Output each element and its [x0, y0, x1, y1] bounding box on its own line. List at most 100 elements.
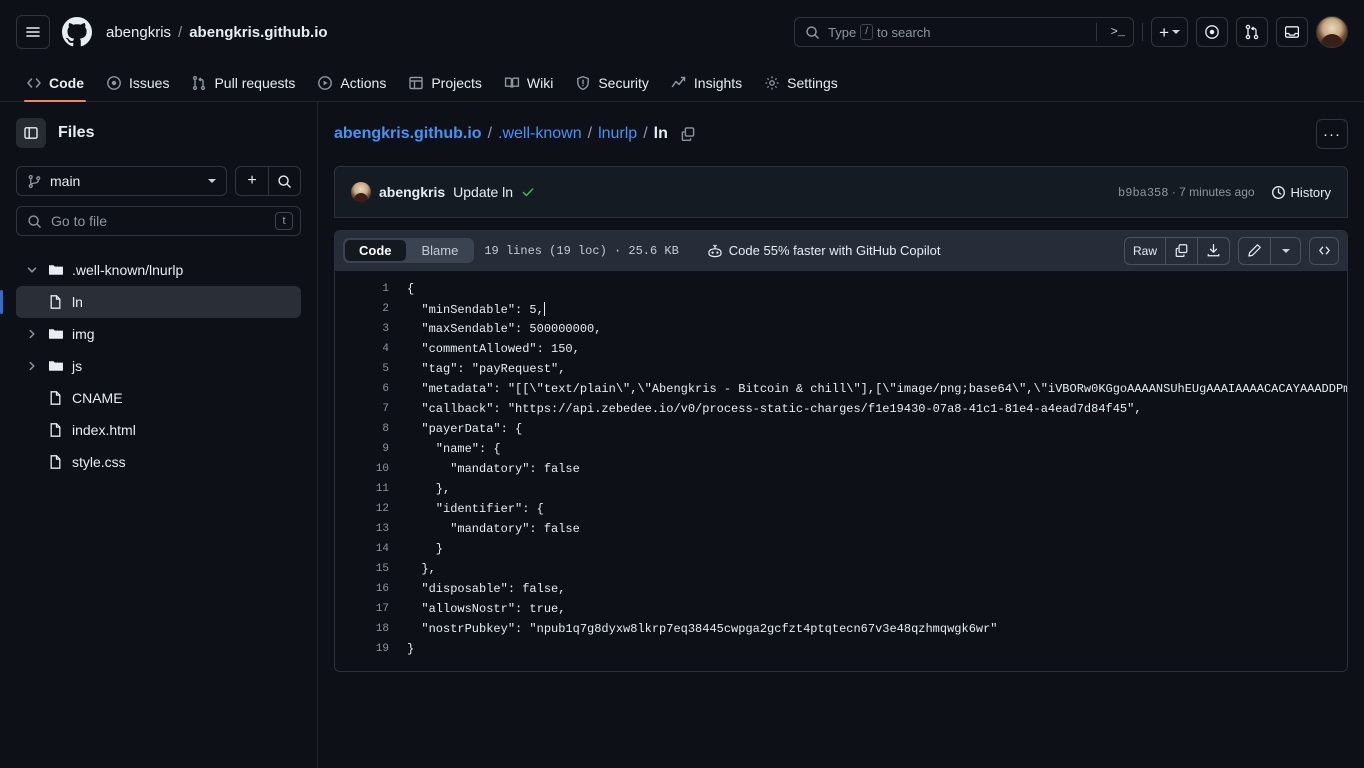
repo-nav-actions-label: Actions: [340, 74, 387, 91]
code-line: 5 "tag": "payRequest",: [335, 359, 1347, 379]
sidebar-expand-icon[interactable]: [16, 118, 46, 148]
tree-file-index-html[interactable]: index.html: [16, 414, 301, 446]
repo-name-link[interactable]: abengkris.github.io: [189, 24, 327, 41]
tree-item-label: img: [72, 326, 95, 342]
copy-path-icon[interactable]: [680, 126, 696, 142]
breadcrumb-part-well-known[interactable]: .well-known: [498, 125, 582, 143]
tree-file-cname[interactable]: CNAME: [16, 382, 301, 414]
github-logo-icon[interactable]: [62, 16, 94, 48]
copilot-button[interactable]: [1196, 17, 1228, 47]
text-cursor: [543, 301, 545, 316]
repo-nav-wiki[interactable]: Wiki: [494, 64, 563, 102]
code-icon: [26, 75, 42, 91]
notifications-button[interactable]: [1276, 17, 1308, 47]
code-line: 8 "payerData": {: [335, 419, 1347, 439]
file-meta-info: 19 lines (19 loc) · 25.6 KB: [484, 243, 679, 258]
commit-author-name[interactable]: abengkris: [379, 184, 445, 200]
history-icon: [1271, 185, 1285, 199]
repo-nav-pull-requests[interactable]: Pull requests: [181, 64, 305, 102]
code-line: 17 "allowsNostr": true,: [335, 599, 1347, 619]
edit-options-button[interactable]: [1270, 237, 1300, 264]
commit-meta: b9ba358 · 7 minutes ago History: [1118, 185, 1331, 200]
repo-nav-code[interactable]: Code: [16, 64, 94, 102]
file-icon: [48, 294, 64, 310]
tree-folder-img[interactable]: img: [16, 318, 301, 350]
repo-nav-settings[interactable]: Settings: [754, 64, 848, 102]
code-line: 6 "metadata": "[[\"text/plain\",\"Abengk…: [335, 379, 1347, 399]
folder-icon: [48, 262, 64, 278]
repo-owner-link[interactable]: abengkris: [106, 24, 171, 41]
search-input[interactable]: Type / to search >_: [794, 17, 1135, 47]
code-line: 13 "mandatory": false: [335, 519, 1347, 539]
latest-commit-bar: abengkris Update ln b9ba358 · 7 minutes …: [334, 166, 1348, 218]
code-line: 2 "minSendable": 5,: [335, 299, 1347, 319]
repo-nav-actions[interactable]: Actions: [307, 64, 396, 102]
git-pull-request-icon: [191, 75, 207, 91]
copy-raw-button[interactable]: [1165, 237, 1197, 264]
raw-button[interactable]: Raw: [1125, 238, 1165, 264]
search-placeholder-text: Type / to search: [828, 24, 931, 40]
code-line: 9 "name": {: [335, 439, 1347, 459]
code-line: 19}: [335, 639, 1347, 659]
sidebar-search-button[interactable]: [268, 167, 300, 195]
command-palette-icon[interactable]: >_: [1105, 25, 1125, 39]
edit-file-button[interactable]: [1239, 238, 1270, 264]
repo-nav-issues[interactable]: Issues: [96, 64, 179, 102]
breadcrumb: abengkris.github.io / .well-known / lnur…: [334, 118, 1348, 150]
breadcrumb-part-lnurlp[interactable]: lnurlp: [598, 125, 637, 143]
breadcrumb-items: abengkris.github.io / .well-known / lnur…: [334, 125, 668, 143]
tab-blame[interactable]: Blame: [408, 240, 473, 261]
line-content: "callback": "https://api.zebedee.io/v0/p…: [407, 402, 1142, 416]
add-file-button[interactable]: +: [236, 167, 268, 195]
files-header: Files: [16, 118, 301, 148]
code-line: 18 "nostrPubkey": "npub1q7g8dyxw8lkrp7eq…: [335, 619, 1347, 639]
line-content: "identifier": {: [407, 502, 544, 516]
line-content: "commentAllowed": 150,: [407, 342, 580, 356]
create-new-button[interactable]: +: [1151, 17, 1188, 47]
line-number: 18: [375, 623, 389, 635]
repo-nav-security[interactable]: Security: [565, 64, 659, 102]
tree-file-style-css[interactable]: style.css: [16, 446, 301, 478]
breadcrumb-slash: /: [587, 125, 593, 142]
line-number: 1: [382, 283, 389, 295]
history-button[interactable]: History: [1271, 185, 1331, 200]
hamburger-menu-icon[interactable]: [16, 15, 50, 49]
repo-nav-insights[interactable]: Insights: [661, 64, 752, 102]
download-button[interactable]: [1197, 237, 1229, 264]
line-number: 2: [382, 303, 389, 315]
pull-requests-icon: [1245, 24, 1259, 40]
tab-code[interactable]: Code: [345, 240, 406, 261]
line-content: "mandatory": false: [407, 522, 580, 536]
branch-row: main +: [16, 166, 301, 196]
tree-file-ln[interactable]: ln: [0, 286, 301, 318]
branch-selector[interactable]: main: [16, 166, 227, 196]
copilot-icon: [707, 243, 723, 259]
file-icon: [48, 454, 64, 470]
tree-folder-well-known-lnurlp[interactable]: .well-known/lnurlp: [16, 254, 301, 286]
inbox-icon: [1284, 26, 1300, 38]
tree-folder-js[interactable]: js: [16, 350, 301, 382]
code-line: 4 "commentAllowed": 150,: [335, 339, 1347, 359]
chevron-down-icon: [208, 179, 216, 183]
line-content: "tag": "payRequest",: [407, 362, 566, 376]
copilot-promo[interactable]: Code 55% faster with GitHub Copilot: [707, 243, 941, 259]
commit-author-avatar[interactable]: [351, 182, 371, 202]
tree-item-label: js: [72, 358, 83, 374]
check-icon[interactable]: [521, 185, 535, 199]
user-avatar[interactable]: [1316, 16, 1348, 48]
symbols-panel-button[interactable]: [1309, 236, 1339, 265]
code-content[interactable]: 1{ 2 "minSendable": 5, 3 "maxSendable": …: [335, 271, 1347, 671]
line-number: 4: [382, 343, 389, 355]
commit-sha[interactable]: b9ba358: [1118, 186, 1168, 200]
commit-message[interactable]: Update ln: [453, 184, 513, 200]
repo-nav-projects[interactable]: Projects: [398, 64, 492, 102]
pull-requests-button[interactable]: [1236, 17, 1268, 47]
line-content: },: [407, 482, 451, 496]
file-more-options-button[interactable]: ···: [1316, 119, 1348, 149]
goto-file-input[interactable]: Go to file t: [16, 206, 301, 236]
code-line: 11 },: [335, 479, 1347, 499]
chevron-right-icon: [24, 328, 40, 340]
breadcrumb-repo[interactable]: abengkris.github.io: [334, 125, 482, 143]
page-body: Files main + Go to file t .well-known/ln…: [0, 102, 1364, 768]
code-line: 12 "identifier": {: [335, 499, 1347, 519]
